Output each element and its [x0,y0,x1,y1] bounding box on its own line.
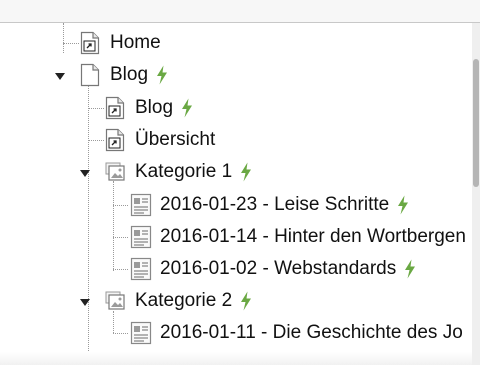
tree-connector [113,205,128,206]
tree-connector [113,269,128,270]
scrollbar-thumb[interactable] [473,59,479,187]
flash-icon [404,259,416,279]
tree-node-kategorie-2[interactable]: Kategorie 2 [105,285,252,317]
page-icon [80,63,100,87]
top-toolbar [0,0,480,23]
article-icon [130,257,152,281]
tree-node-label: Kategorie 2 [135,290,233,311]
tree-node-kategorie-1[interactable]: Kategorie 1 [105,156,252,188]
tree-node-hinter-den-wortbergen[interactable]: 2016-01-14 - Hinter den Wortbergen [130,221,466,253]
flash-icon [397,195,409,215]
tree-node-leise-schritte[interactable]: 2016-01-23 - Leise Schritte [130,189,409,221]
flash-icon [240,291,252,311]
tree-node-label: Kategorie 1 [135,161,233,182]
tree-connector [88,140,104,141]
tree-connector [113,181,114,271]
flash-icon [240,162,252,182]
collapse-toggle-kategorie-1[interactable] [80,170,90,177]
tree-node-label: 2016-01-11 - Die Geschichte des Jo [160,322,463,343]
article-icon [130,225,152,249]
article-icon [130,321,152,345]
tree-node-blog[interactable]: Blog [80,59,168,91]
page-tree: Home Blog Blog Übersicht Kategorie 1 201… [0,23,472,360]
collapse-toggle-kategorie-2[interactable] [80,299,90,306]
tree-connector [63,43,79,44]
tree-node-uebersicht[interactable]: Übersicht [105,124,215,156]
tree-connector [63,23,64,53]
folder-image-icon [105,160,125,184]
flash-icon [181,98,193,118]
tree-node-label: 2016-01-14 - Hinter den Wortbergen [160,226,466,247]
page-shortcut-icon [105,128,125,152]
tree-connector [113,237,128,238]
flash-icon [156,65,168,85]
tree-connector [88,108,104,109]
folder-image-icon [105,289,125,313]
page-shortcut-icon [105,96,125,120]
tree-node-blog-shortcut[interactable]: Blog [105,92,193,124]
tree-connector [88,85,89,351]
article-icon [130,193,152,217]
tree-node-label: Übersicht [135,129,216,150]
status-strip [0,352,472,365]
tree-node-webstandards[interactable]: 2016-01-02 - Webstandards [130,253,416,285]
vertical-scrollbar[interactable] [472,23,480,365]
tree-connector [113,333,128,334]
tree-node-die-geschichte[interactable]: 2016-01-11 - Die Geschichte des Jo [130,317,463,349]
tree-node-label: 2016-01-23 - Leise Schritte [160,194,390,215]
collapse-toggle-blog[interactable] [55,73,65,80]
tree-node-home[interactable]: Home [80,27,161,59]
tree-node-label: Blog [110,64,149,85]
tree-node-label: 2016-01-02 - Webstandards [160,258,397,279]
tree-node-label: Home [110,32,161,53]
tree-node-label: Blog [135,97,174,118]
page-shortcut-icon [80,31,100,55]
